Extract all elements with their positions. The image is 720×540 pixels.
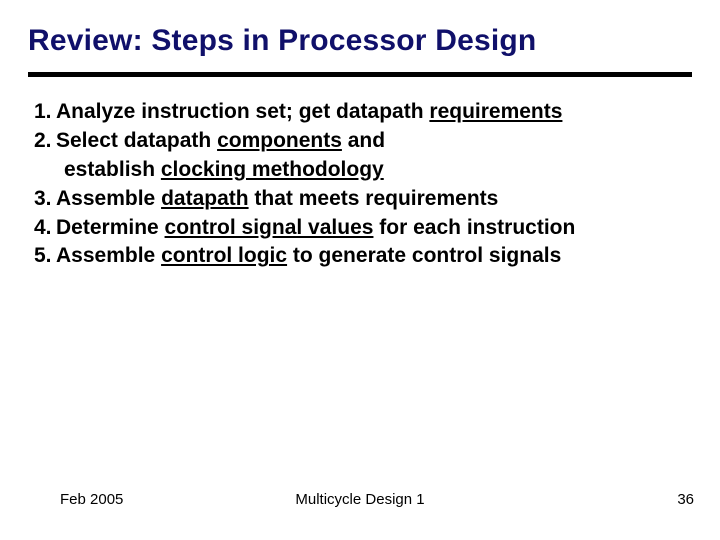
- list-item: 5. Assemble control logic to generate co…: [34, 243, 692, 270]
- underlined-term: control signal values: [165, 216, 374, 239]
- item-number: 1.: [34, 99, 56, 126]
- steps-list: 1. Analyze instruction set; get datapath…: [28, 99, 692, 270]
- footer-page-number: 36: [677, 491, 694, 508]
- item-number: 4.: [34, 215, 56, 242]
- list-item: 4. Determine control signal values for e…: [34, 215, 692, 242]
- item-number: 2.: [34, 128, 56, 155]
- item-number: 3.: [34, 186, 56, 213]
- underlined-term: clocking methodology: [161, 158, 384, 181]
- footer-date: Feb 2005: [60, 491, 123, 508]
- underlined-term: control logic: [161, 244, 287, 267]
- list-item: 1. Analyze instruction set; get datapath…: [34, 99, 692, 126]
- underlined-term: requirements: [429, 100, 562, 123]
- title-divider: [28, 72, 692, 77]
- underlined-term: datapath: [161, 187, 249, 210]
- underlined-term: components: [217, 129, 342, 152]
- slide-footer: Feb 2005 Multicycle Design 1 36: [0, 491, 720, 508]
- list-item: 3. Assemble datapath that meets requirem…: [34, 186, 692, 213]
- list-item: 2. Select datapath components and: [34, 128, 692, 155]
- list-item: establish clocking methodology: [34, 157, 692, 184]
- slide-title: Review: Steps in Processor Design: [28, 24, 692, 58]
- item-number: 5.: [34, 243, 56, 270]
- slide: Review: Steps in Processor Design 1. Ana…: [0, 0, 720, 540]
- footer-title: Multicycle Design 1: [295, 491, 424, 508]
